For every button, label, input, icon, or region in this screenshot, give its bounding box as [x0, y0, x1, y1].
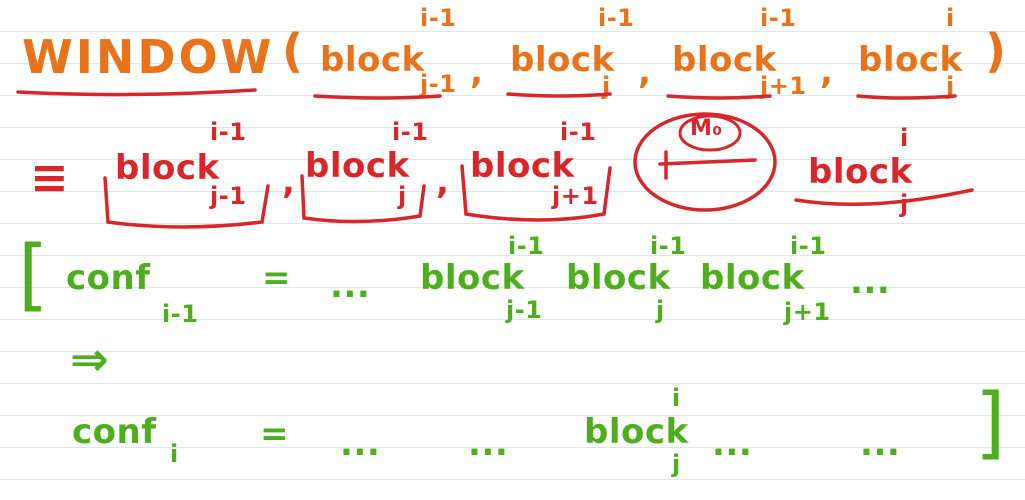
machine-label-circle	[678, 114, 742, 152]
l2-brace-1	[103, 176, 270, 229]
ink-strokes	[16, 88, 974, 229]
whiteboard: WINDOW ( block i-1 j-1 , block i-1 j , b…	[0, 0, 1025, 500]
arg3-underline	[666, 94, 772, 100]
arg4-underline	[856, 94, 957, 100]
machine-tape-line	[658, 158, 757, 166]
l2-brace-3	[460, 164, 612, 222]
arg1-underline	[313, 94, 442, 100]
l2-brace-2	[300, 174, 426, 224]
window-underline	[16, 88, 257, 97]
arg2-underline	[506, 92, 612, 98]
l2-brace-4	[794, 188, 974, 206]
